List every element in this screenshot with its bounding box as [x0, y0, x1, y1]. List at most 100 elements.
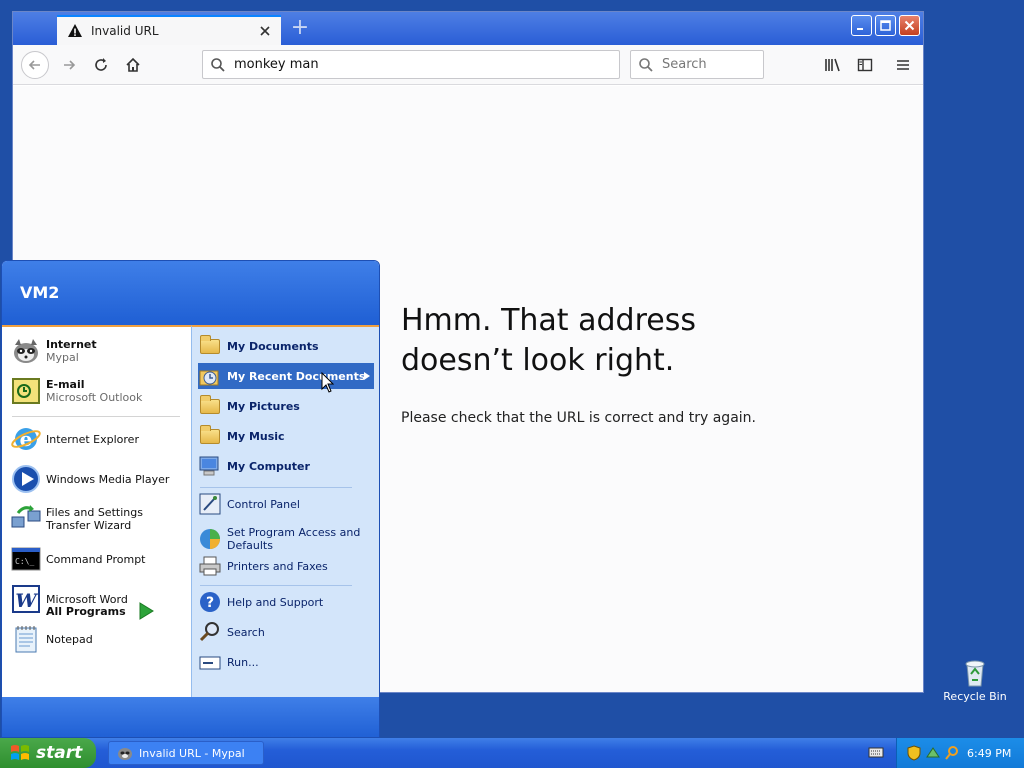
program-windows-media-player[interactable]: Windows Media Player [10, 463, 188, 495]
system-control-panel[interactable]: Control Panel [198, 491, 374, 517]
close-window-button[interactable] [899, 15, 920, 36]
place-my-music[interactable]: My Music [198, 423, 374, 449]
internet-explorer-icon: e [10, 423, 42, 455]
home-icon [126, 57, 140, 72]
menu-button[interactable] [889, 51, 917, 79]
folder-documents-icon [198, 334, 222, 358]
computer-icon [198, 454, 222, 478]
error-title: Hmm. That address doesn’t look right. [401, 303, 696, 378]
search-icon [639, 57, 653, 72]
program-command-prompt[interactable]: C:\_ Command Prompt [10, 543, 188, 575]
system-label: Set Program Access and Defaults [227, 526, 361, 552]
start-button[interactable]: start [0, 738, 96, 768]
help-label: Search [227, 625, 265, 639]
mypal-raccoon-icon [10, 335, 42, 367]
place-my-pictures[interactable]: My Pictures [198, 393, 374, 419]
pinned-internet[interactable]: Internet Mypal [10, 335, 188, 367]
pinned-internet-title: Internet [46, 338, 97, 351]
printer-icon [198, 554, 222, 578]
url-input-value: monkey man [234, 57, 319, 72]
place-label: My Computer [227, 459, 310, 473]
tab-close-icon[interactable] [257, 23, 273, 39]
outlook-icon [10, 375, 42, 407]
taskbar-item-label: Invalid URL - Mypal [139, 746, 245, 760]
mypal-raccoon-icon [118, 748, 132, 760]
folder-pictures-icon [198, 394, 222, 418]
home-button[interactable] [119, 51, 147, 79]
search-placeholder: Search [662, 57, 707, 72]
pinned-internet-subtitle: Mypal [46, 351, 79, 364]
svg-text:C:\_: C:\_ [15, 557, 34, 566]
transfer-wizard-icon [10, 503, 42, 535]
tab-invalid-url[interactable]: Invalid URL [57, 15, 281, 45]
recent-documents-icon [198, 364, 222, 388]
start-menu-footer [2, 697, 379, 737]
keyboard-icon[interactable] [868, 745, 884, 759]
back-arrow-icon [28, 60, 40, 70]
program-internet-explorer[interactable]: e Internet Explorer [10, 423, 188, 455]
place-my-documents[interactable]: My Documents [198, 333, 374, 359]
start-menu-header: VM2 [2, 261, 379, 325]
tray-search-icon[interactable] [945, 745, 959, 761]
program-label: Notepad [46, 632, 93, 646]
sidebar-toggle-button[interactable] [851, 51, 879, 79]
program-notepad[interactable]: Notepad [10, 623, 188, 655]
reload-button[interactable] [87, 51, 115, 79]
system-tray: 6:49 PM [896, 738, 1024, 768]
run-item[interactable]: Run... [198, 649, 374, 675]
forward-button[interactable] [55, 51, 83, 79]
svg-text:W: W [15, 590, 38, 612]
maximize-button[interactable] [875, 15, 896, 36]
recycle-bin-label: Recycle Bin [943, 690, 1007, 703]
run-icon [198, 650, 222, 674]
place-my-recent-documents[interactable]: My Recent Documents [198, 363, 374, 389]
recycle-bin[interactable]: Recycle Bin [940, 656, 1010, 703]
search-item[interactable]: Search [198, 619, 374, 645]
security-shield-icon[interactable] [907, 745, 921, 761]
recycle-bin-icon [965, 660, 985, 687]
place-label: My Documents [227, 339, 319, 353]
library-button[interactable] [819, 51, 847, 79]
start-menu: VM2 Internet Mypal E-mail Microsoft Outloo… [1, 260, 380, 738]
control-panel-icon [198, 492, 222, 516]
all-programs-button[interactable]: All Programs [46, 601, 156, 621]
library-icon [825, 58, 840, 72]
system-label: Printers and Faxes [227, 559, 328, 573]
user-name: VM2 [20, 283, 60, 302]
maximize-icon [880, 20, 891, 31]
help-and-support[interactable]: ? Help and Support [198, 589, 374, 615]
pinned-email[interactable]: E-mail Microsoft Outlook [10, 375, 188, 407]
reload-icon [95, 58, 107, 71]
system-label: Control Panel [227, 497, 300, 511]
browser-titlebar: Invalid URL + [13, 12, 923, 45]
network-icon[interactable] [925, 745, 941, 761]
program-transfer-wizard[interactable]: Files and Settings Transfer Wizard [10, 503, 188, 535]
taskbar-item-mypal[interactable]: Invalid URL - Mypal [108, 741, 264, 765]
close-icon [904, 20, 915, 31]
minimize-button[interactable] [851, 15, 872, 36]
url-bar[interactable]: monkey man [202, 50, 620, 79]
tab-title: Invalid URL [91, 24, 159, 38]
pinned-email-subtitle: Microsoft Outlook [46, 391, 143, 404]
warning-icon [67, 23, 83, 39]
help-label: Run... [227, 655, 259, 669]
start-menu-separator [200, 585, 352, 586]
minimize-icon [857, 28, 863, 30]
help-icon: ? [198, 590, 222, 614]
word-icon: W [10, 583, 42, 615]
system-program-access[interactable]: Set Program Access and Defaults [198, 523, 374, 555]
new-tab-button[interactable]: + [289, 17, 311, 39]
place-label: My Pictures [227, 399, 300, 413]
program-label: Windows Media Player [46, 472, 170, 486]
back-button[interactable] [21, 51, 49, 79]
submenu-arrow-icon [364, 372, 370, 380]
system-printers-faxes[interactable]: Printers and Faxes [198, 553, 374, 579]
search-icon [211, 57, 225, 72]
hamburger-menu-icon [897, 60, 909, 70]
start-label: start [36, 743, 83, 763]
place-my-computer[interactable]: My Computer [198, 453, 374, 479]
search-bar[interactable]: Search [630, 50, 764, 79]
green-arrow-icon [139, 602, 154, 620]
forward-arrow-icon [64, 60, 76, 70]
start-menu-separator [200, 487, 352, 488]
